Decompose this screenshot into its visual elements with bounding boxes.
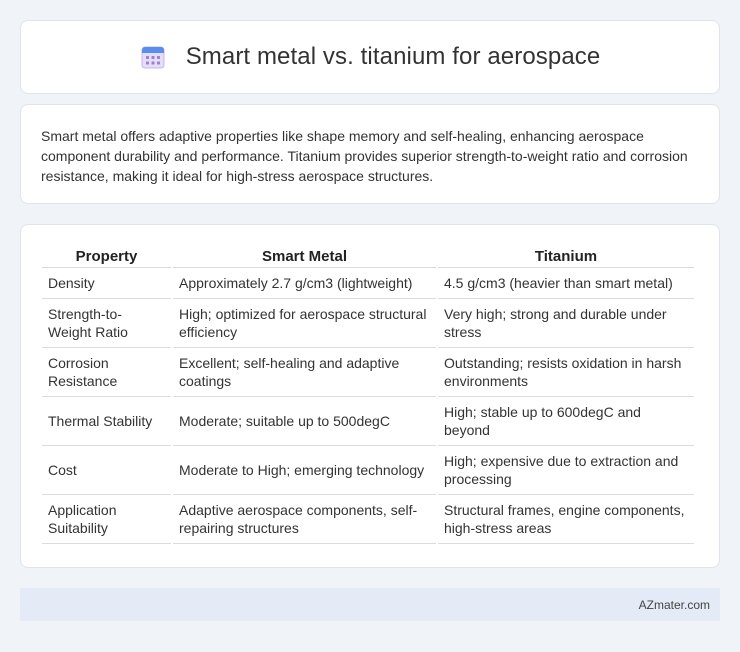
row-smart-metal: Moderate to High; emerging technology [173,446,436,495]
header-card: Smart metal vs. titanium for aerospace [20,20,720,94]
row-titanium: Structural frames, engine components, hi… [438,495,694,544]
summary-text: Smart metal offers adaptive properties l… [41,128,688,184]
row-smart-metal: High; optimized for aerospace structural… [173,299,436,348]
row-titanium: Very high; strong and durable under stre… [438,299,694,348]
title-wrap: Smart metal vs. titanium for aerospace [140,43,601,71]
table-row: Density Approximately 2.7 g/cm3 (lightwe… [42,268,694,299]
table-row: Thermal Stability Moderate; suitable up … [42,397,694,446]
table-row: Application Suitability Adaptive aerospa… [42,495,694,544]
row-property: Thermal Stability [42,397,171,446]
calendar-icon [141,46,165,69]
header-smart-metal: Smart Metal [173,247,436,268]
summary-card: Smart metal offers adaptive properties l… [20,104,720,204]
row-titanium: 4.5 g/cm3 (heavier than smart metal) [438,268,694,299]
row-titanium: Outstanding; resists oxidation in harsh … [438,348,694,397]
row-property: Application Suitability [42,495,171,544]
header-property: Property [42,247,171,268]
comparison-table: Property Smart Metal Titanium Density Ap… [40,247,696,544]
row-titanium: High; expensive due to extraction and pr… [438,446,694,495]
header-titanium: Titanium [438,247,694,268]
footer: AZmater.com [20,588,720,621]
table-card: Property Smart Metal Titanium Density Ap… [20,224,720,568]
table-row: Corrosion Resistance Excellent; self-hea… [42,348,694,397]
row-property: Strength-to-Weight Ratio [42,299,171,348]
footer-brand: AZmater.com [638,597,710,612]
table-row: Strength-to-Weight Ratio High; optimized… [42,299,694,348]
row-smart-metal: Moderate; suitable up to 500degC [173,397,436,446]
page-title: Smart metal vs. titanium for aerospace [185,43,601,70]
row-property: Density [42,268,171,299]
row-smart-metal: Approximately 2.7 g/cm3 (lightweight) [173,268,436,299]
row-smart-metal: Adaptive aerospace components, self-repa… [173,495,436,544]
row-property: Cost [42,446,171,495]
row-titanium: High; stable up to 600degC and beyond [438,397,694,446]
row-smart-metal: Excellent; self-healing and adaptive coa… [173,348,436,397]
table-row: Cost Moderate to High; emerging technolo… [42,446,694,495]
table-header-row: Property Smart Metal Titanium [42,247,694,268]
row-property: Corrosion Resistance [42,348,171,397]
